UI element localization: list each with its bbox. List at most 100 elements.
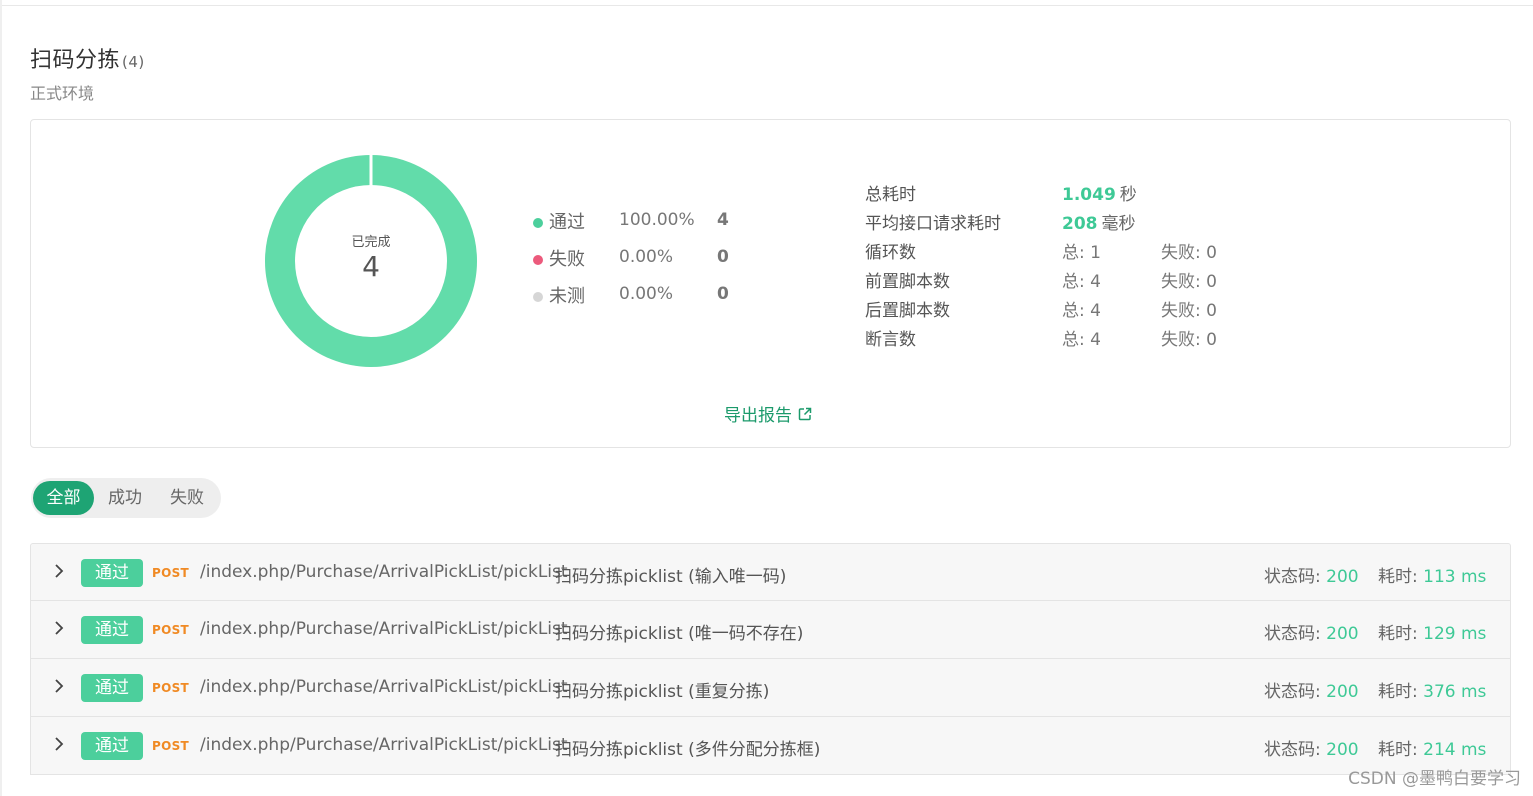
export-report-link[interactable]: 导出报告 <box>724 401 812 426</box>
stat-total-time-label: 总耗时 <box>865 185 916 205</box>
stat-post-scripts-total: 总: 4 <box>1062 301 1101 321</box>
legend-untested-name: 未测 <box>549 286 585 307</box>
elapsed-time: 耗时: 376 ms <box>1378 677 1486 702</box>
stat-loops-label: 循环数 <box>865 243 916 263</box>
legend-untested: 未测 0.00% 0 <box>533 282 833 307</box>
result-filter-tabs: 全部 成功 失败 <box>31 478 221 518</box>
filter-tab-failed[interactable]: 失败 <box>157 481 217 515</box>
elapsed-time-label: 耗时: <box>1378 624 1418 644</box>
result-row[interactable]: 通过 POST /index.php/Purchase/ArrivalPickL… <box>30 717 1511 775</box>
status-code-value: 200 <box>1326 682 1359 702</box>
stat-assertions: 断言数 总: 4 失败: 0 <box>865 325 1285 350</box>
stat-pre-scripts-label: 前置脚本数 <box>865 272 950 292</box>
legend-untested-count: 0 <box>717 284 729 304</box>
elapsed-time-value: 129 ms <box>1423 624 1487 644</box>
request-name: 扫码分拣picklist (输入唯一码) <box>555 567 787 587</box>
result-row[interactable]: 通过 POST /index.php/Purchase/ArrivalPickL… <box>30 543 1511 601</box>
left-edge <box>0 0 2 796</box>
legend-untested-percent: 0.00% <box>619 284 674 304</box>
result-list: 通过 POST /index.php/Purchase/ArrivalPickL… <box>30 543 1511 775</box>
http-method: POST <box>152 623 190 637</box>
environment-label: 正式环境 <box>30 84 95 103</box>
legend-fail-name: 失败 <box>549 249 585 270</box>
http-method: POST <box>152 739 190 753</box>
page-title-text: 扫码分拣 <box>30 48 121 73</box>
legend-pass-count: 4 <box>717 210 729 230</box>
donut-center: 已完成 4 <box>265 155 477 367</box>
legend-untested-dot <box>533 292 543 302</box>
result-row[interactable]: 通过 POST /index.php/Purchase/ArrivalPickL… <box>30 601 1511 659</box>
status-code-value: 200 <box>1326 740 1359 760</box>
status-code-label: 状态码: <box>1264 624 1321 644</box>
stat-avg-time: 平均接口请求耗时 208 毫秒 <box>865 209 1285 234</box>
status-code: 状态码: 200 <box>1264 735 1359 760</box>
pass-badge: 通过 <box>81 616 143 644</box>
http-method: POST <box>152 681 190 695</box>
top-divider <box>0 5 1533 6</box>
stat-avg-time-unit: 毫秒 <box>1101 214 1136 234</box>
status-code-label: 状态码: <box>1264 567 1321 587</box>
stat-avg-time-label: 平均接口请求耗时 <box>865 214 1001 234</box>
external-link-icon <box>798 407 812 420</box>
test-case-count: (4) <box>122 53 145 71</box>
chevron-right-icon[interactable] <box>51 620 67 636</box>
status-code: 状态码: 200 <box>1264 619 1359 644</box>
filter-tab-all[interactable]: 全部 <box>33 481 94 515</box>
status-code-label: 状态码: <box>1264 682 1321 702</box>
legend-fail-count: 0 <box>717 247 729 267</box>
stat-loops-failed: 失败: 0 <box>1161 243 1217 263</box>
donut-center-label: 已完成 <box>351 234 391 250</box>
legend-pass: 通过 100.00% 4 <box>533 208 833 233</box>
elapsed-time-label: 耗时: <box>1378 682 1418 702</box>
status-code-value: 200 <box>1326 567 1359 587</box>
chevron-right-icon[interactable] <box>51 563 67 579</box>
summary-card: 已完成 4 通过 100.00% 4 失败 0.00% 0 未测 0.00% 0… <box>30 119 1511 448</box>
http-method: POST <box>152 566 190 580</box>
elapsed-time-label: 耗时: <box>1378 567 1418 587</box>
stat-avg-time-value-wrap: 208 毫秒 <box>1062 209 1136 234</box>
legend-pass-percent: 100.00% <box>619 210 695 230</box>
export-report-label: 导出报告 <box>724 406 792 426</box>
stat-pre-scripts: 前置脚本数 总: 4 失败: 0 <box>865 267 1285 292</box>
chevron-right-icon[interactable] <box>51 736 67 752</box>
elapsed-time: 耗时: 214 ms <box>1378 735 1486 760</box>
stat-total-time-unit: 秒 <box>1119 185 1137 205</box>
donut-center-value: 4 <box>362 249 380 283</box>
stat-post-scripts: 后置脚本数 总: 4 失败: 0 <box>865 296 1285 321</box>
pass-badge: 通过 <box>81 732 143 760</box>
status-code-label: 状态码: <box>1264 740 1321 760</box>
request-path: /index.php/Purchase/ArrivalPickList/pick… <box>200 619 568 639</box>
elapsed-time-label: 耗时: <box>1378 740 1418 760</box>
stat-loops: 循环数 总: 1 失败: 0 <box>865 238 1285 263</box>
filter-tab-success[interactable]: 成功 <box>95 481 155 515</box>
request-name: 扫码分拣picklist (多件分配分拣框) <box>555 740 821 760</box>
legend-fail: 失败 0.00% 0 <box>533 245 833 270</box>
stat-assertions-total: 总: 4 <box>1062 330 1101 350</box>
legend-pass-name: 通过 <box>549 212 585 233</box>
stat-total-time-value: 1.049 <box>1062 185 1116 205</box>
result-row[interactable]: 通过 POST /index.php/Purchase/ArrivalPickL… <box>30 659 1511 717</box>
elapsed-time: 耗时: 113 ms <box>1378 562 1486 587</box>
legend-fail-dot <box>533 255 543 265</box>
status-code: 状态码: 200 <box>1264 677 1359 702</box>
request-path: /index.php/Purchase/ArrivalPickList/pick… <box>200 562 568 582</box>
request-name: 扫码分拣picklist (唯一码不存在) <box>555 624 804 644</box>
stat-post-scripts-label: 后置脚本数 <box>865 301 950 321</box>
stat-avg-time-value: 208 <box>1062 214 1098 234</box>
stat-loops-total: 总: 1 <box>1062 243 1101 263</box>
page-header: 扫码分拣 (4) <box>30 42 145 74</box>
watermark: CSDN @墨鸭白要学习 <box>1348 769 1521 789</box>
stat-assertions-label: 断言数 <box>865 330 916 350</box>
stat-post-scripts-failed: 失败: 0 <box>1161 301 1217 321</box>
stat-total-time-value-wrap: 1.049 秒 <box>1062 180 1137 205</box>
elapsed-time-value: 214 ms <box>1423 740 1487 760</box>
status-code: 状态码: 200 <box>1264 562 1359 587</box>
stat-total-time: 总耗时 1.049 秒 <box>865 180 1285 205</box>
stat-pre-scripts-total: 总: 4 <box>1062 272 1101 292</box>
stat-pre-scripts-failed: 失败: 0 <box>1161 272 1217 292</box>
elapsed-time-value: 376 ms <box>1423 682 1487 702</box>
chevron-right-icon[interactable] <box>51 678 67 694</box>
request-path: /index.php/Purchase/ArrivalPickList/pick… <box>200 677 568 697</box>
legend-pass-dot <box>533 218 543 228</box>
legend-fail-percent: 0.00% <box>619 247 674 267</box>
